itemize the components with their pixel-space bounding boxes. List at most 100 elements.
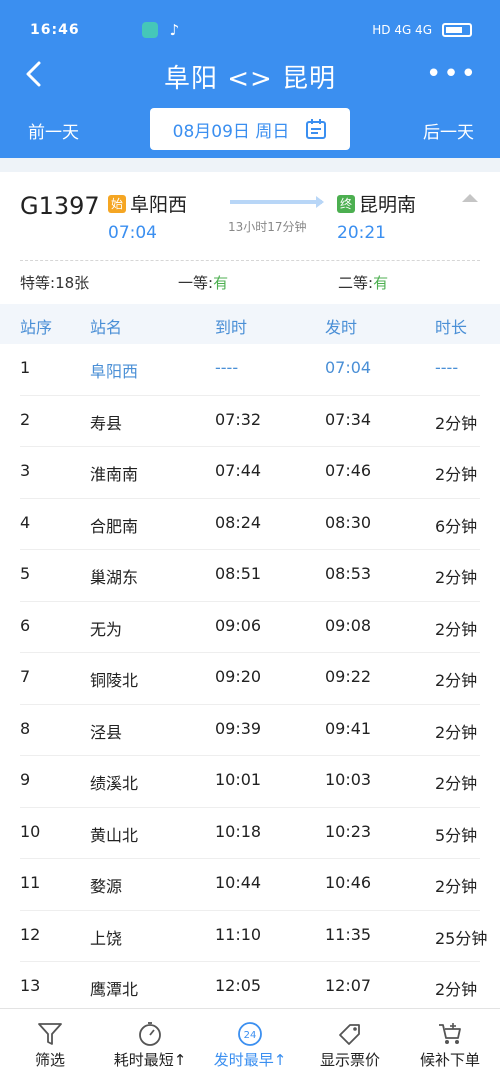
business-seat-value: 18张 bbox=[55, 274, 90, 292]
table-row: 9 绩溪北 10:01 10:03 2分钟 bbox=[0, 756, 500, 808]
header-order: 站序 bbox=[20, 318, 53, 337]
stop-depart: 11:35 bbox=[325, 924, 372, 944]
stop-order: 3 bbox=[20, 461, 31, 480]
stop-depart: 09:22 bbox=[325, 667, 372, 686]
header-depart: 发时 bbox=[325, 318, 358, 337]
nav-bar: 阜阳 <> 昆明 ••• bbox=[0, 55, 500, 99]
table-row: 13 鹰潭北 12:05 12:07 2分钟 bbox=[0, 962, 500, 1014]
network-indicator: HD 4G 4G bbox=[372, 23, 432, 37]
stop-order: 11 bbox=[20, 873, 41, 892]
departure-time: 07:04 bbox=[108, 223, 157, 243]
filter-label: 筛选 bbox=[34, 1051, 65, 1069]
shortest-duration-label: 耗时最短↑ bbox=[113, 1051, 187, 1069]
arrival-time: 20:21 bbox=[337, 223, 386, 243]
end-tag: 终 bbox=[337, 194, 355, 213]
table-row: 1 阜阳西 ---- 07:04 ---- bbox=[0, 344, 500, 396]
business-seat: 特等:18张 bbox=[20, 272, 89, 293]
departure-station-name: 阜阳西 bbox=[130, 194, 188, 216]
header-station: 站名 bbox=[90, 318, 123, 337]
more-options-icon[interactable]: ••• bbox=[426, 59, 478, 89]
business-seat-label: 特等: bbox=[20, 274, 56, 292]
stop-duration: 2分钟 bbox=[435, 568, 478, 587]
stop-depart: 10:03 bbox=[325, 770, 372, 789]
table-row: 8 泾县 09:39 09:41 2分钟 bbox=[0, 705, 500, 757]
stop-order: 13 bbox=[20, 976, 41, 995]
stop-order: 8 bbox=[20, 718, 31, 738]
stop-station: 泾县 bbox=[90, 722, 123, 742]
stop-station: 无为 bbox=[90, 619, 123, 639]
second-class-value: 有 bbox=[373, 274, 389, 292]
earliest-departure-button[interactable]: 24 发时最早↑ bbox=[200, 1009, 300, 1083]
header-stop-duration: 时长 bbox=[435, 318, 468, 337]
train-number: G1397 bbox=[20, 192, 100, 220]
second-class-label: 二等: bbox=[338, 274, 374, 292]
stop-arrive: 10:18 bbox=[215, 821, 262, 841]
journey-arrow-icon bbox=[230, 196, 324, 208]
stop-duration: 2分钟 bbox=[435, 413, 478, 433]
stop-depart: 07:46 bbox=[325, 461, 372, 480]
stop-duration: 2分钟 bbox=[435, 722, 478, 742]
stop-arrive: 10:01 bbox=[215, 770, 262, 789]
app-notification-icon bbox=[141, 22, 158, 38]
stop-depart: 07:04 bbox=[325, 358, 372, 377]
stop-order: 9 bbox=[20, 770, 31, 789]
stop-duration: 2分钟 bbox=[435, 980, 478, 999]
status-bar: 16:46 ♪ HD 4G 4G bbox=[30, 18, 472, 42]
stop-duration: 2分钟 bbox=[435, 671, 478, 690]
stop-order: 2 bbox=[20, 409, 31, 429]
table-row: 4 合肥南 08:24 08:30 6分钟 bbox=[0, 499, 500, 551]
stop-duration: 2分钟 bbox=[435, 877, 478, 896]
stops-list: 1 阜阳西 ---- 07:04 ---- 2 寿县 07:32 07:34 2… bbox=[0, 344, 500, 1014]
stop-duration: 6分钟 bbox=[435, 516, 478, 536]
previous-day-button[interactable]: 前一天 bbox=[28, 118, 79, 143]
start-tag: 始 bbox=[108, 194, 126, 213]
arrival-station: 终昆明南 20:21 bbox=[337, 190, 416, 243]
header-arrive: 到时 bbox=[215, 318, 248, 337]
table-row: 3 淮南南 07:44 07:46 2分钟 bbox=[0, 447, 500, 499]
clock-24-icon: 24 bbox=[238, 1022, 262, 1046]
collapse-icon[interactable] bbox=[462, 194, 478, 202]
show-price-button[interactable]: 显示票价 bbox=[300, 1009, 400, 1083]
stop-arrive: 08:24 bbox=[215, 512, 262, 532]
first-class-seat: 一等:有 bbox=[178, 272, 228, 293]
stop-arrive: 10:44 bbox=[215, 873, 262, 892]
stop-depart: 07:34 bbox=[325, 409, 372, 429]
stop-order: 5 bbox=[20, 564, 31, 583]
first-class-value: 有 bbox=[213, 274, 229, 292]
shortest-duration-button[interactable]: 耗时最短↑ bbox=[100, 1009, 200, 1083]
first-class-label: 一等: bbox=[178, 274, 214, 292]
stop-order: 10 bbox=[20, 821, 41, 841]
stop-arrive: 07:32 bbox=[215, 409, 262, 429]
stop-duration: 2分钟 bbox=[435, 774, 478, 793]
waitlist-order-button[interactable]: 候补下单 bbox=[400, 1009, 500, 1083]
stop-order: 7 bbox=[20, 667, 31, 686]
stop-station: 上饶 bbox=[90, 928, 123, 948]
stop-arrive: 12:05 bbox=[215, 976, 262, 995]
battery-icon bbox=[442, 23, 472, 37]
stop-duration: 2分钟 bbox=[435, 619, 478, 639]
stop-station: 黄山北 bbox=[90, 825, 139, 845]
cart-icon bbox=[439, 1023, 461, 1044]
show-price-label: 显示票价 bbox=[319, 1051, 380, 1069]
stop-arrive: ---- bbox=[215, 358, 239, 377]
selected-date: 08月09日 周日 bbox=[172, 121, 290, 142]
stop-depart: 10:23 bbox=[325, 821, 372, 841]
stop-arrive: 07:44 bbox=[215, 461, 262, 480]
stop-depart: 09:41 bbox=[325, 718, 372, 738]
stop-depart: 10:46 bbox=[325, 873, 372, 892]
next-day-button[interactable]: 后一天 bbox=[423, 118, 474, 143]
stop-station: 巢湖东 bbox=[90, 568, 139, 587]
filter-button[interactable]: 筛选 bbox=[0, 1009, 100, 1083]
journey-duration: 13小时17分钟 bbox=[228, 220, 307, 234]
tiktok-icon: ♪ bbox=[169, 21, 180, 39]
stop-depart: 12:07 bbox=[325, 976, 372, 995]
table-row: 10 黄山北 10:18 10:23 5分钟 bbox=[0, 808, 500, 860]
divider bbox=[20, 260, 480, 261]
table-row: 6 无为 09:06 09:08 2分钟 bbox=[0, 602, 500, 654]
date-picker[interactable]: 08月09日 周日 bbox=[150, 108, 350, 150]
calendar-icon bbox=[306, 119, 327, 139]
stop-duration: 25分钟 bbox=[435, 928, 488, 948]
filter-icon bbox=[38, 1023, 62, 1045]
table-row: 5 巢湖东 08:51 08:53 2分钟 bbox=[0, 550, 500, 602]
stop-arrive: 11:10 bbox=[215, 924, 262, 944]
